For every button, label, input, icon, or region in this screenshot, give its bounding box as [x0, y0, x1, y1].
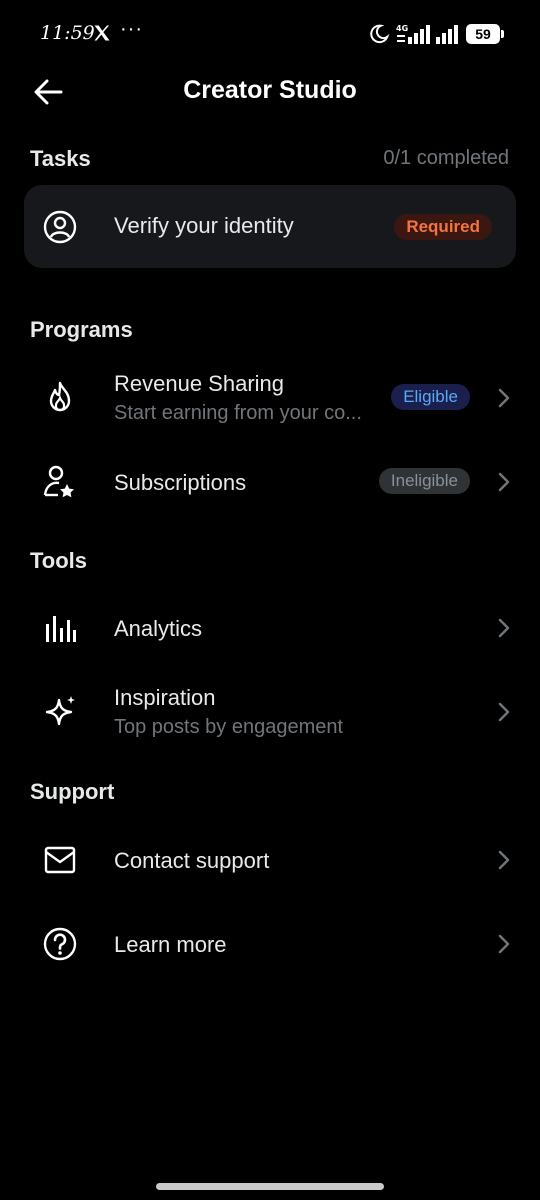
chevron-right-icon	[498, 388, 510, 408]
x-logo-icon	[94, 25, 110, 41]
chevron-right-icon	[498, 472, 510, 492]
signal-4g-icon: 4G	[396, 24, 430, 44]
signal-icon	[436, 25, 458, 44]
task-verify-identity[interactable]: Verify your identity Required	[24, 185, 516, 268]
section-title-tools: Tools	[30, 548, 88, 573]
section-title-tasks: Tasks	[30, 146, 91, 171]
status-bar: 11:59 ··· 4G 59	[0, 0, 540, 66]
program-subscriptions[interactable]: Subscriptions Ineligible	[0, 444, 540, 520]
app-header: Creator Studio	[0, 66, 540, 118]
analytics-label: Analytics	[114, 616, 203, 641]
battery-level: 59	[475, 26, 491, 42]
flame-icon	[49, 381, 71, 412]
battery-indicator: 59	[466, 24, 504, 44]
section-title-support: Support	[30, 779, 115, 804]
support-learn-more[interactable]: Learn more	[0, 906, 540, 982]
status-indicators: 4G 59	[368, 22, 504, 46]
revenue-sharing-subtitle: Start earning from your co...	[114, 402, 362, 424]
question-circle-icon	[43, 927, 77, 961]
tool-inspiration[interactable]: Inspiration Top posts by engagement	[0, 674, 540, 750]
moon-icon	[370, 24, 390, 44]
tasks-completed-count: 0/1 completed	[383, 147, 509, 169]
subscriptions-label: Subscriptions	[114, 470, 247, 495]
section-title-programs: Programs	[30, 317, 133, 342]
network-label: 4G	[396, 24, 408, 33]
learn-more-label: Learn more	[114, 932, 227, 957]
inspiration-label: Inspiration	[114, 685, 216, 710]
status-more-dots: ···	[120, 18, 143, 40]
bar-chart-icon	[46, 616, 76, 642]
user-circle-icon	[43, 210, 77, 244]
program-revenue-sharing[interactable]: Revenue Sharing Start earning from your …	[0, 360, 540, 436]
envelope-icon	[44, 846, 76, 874]
chevron-right-icon	[498, 618, 510, 638]
revenue-sharing-label: Revenue Sharing	[114, 371, 285, 396]
status-time: 11:59	[40, 22, 95, 44]
sparkle-icon	[45, 696, 75, 726]
home-indicator[interactable]	[156, 1183, 384, 1190]
chevron-right-icon	[498, 702, 510, 722]
page-title: Creator Studio	[183, 76, 357, 104]
ineligible-badge: Ineligible	[378, 468, 470, 494]
chevron-right-icon	[498, 850, 510, 870]
user-star-icon	[43, 465, 74, 498]
task-label: Verify your identity	[114, 213, 294, 238]
required-badge: Required	[394, 214, 492, 240]
support-contact[interactable]: Contact support	[0, 822, 540, 898]
contact-support-label: Contact support	[114, 848, 270, 873]
eligible-badge: Eligible	[391, 384, 470, 410]
chevron-right-icon	[498, 934, 510, 954]
inspiration-subtitle: Top posts by engagement	[114, 716, 344, 738]
tool-analytics[interactable]: Analytics	[0, 590, 540, 666]
